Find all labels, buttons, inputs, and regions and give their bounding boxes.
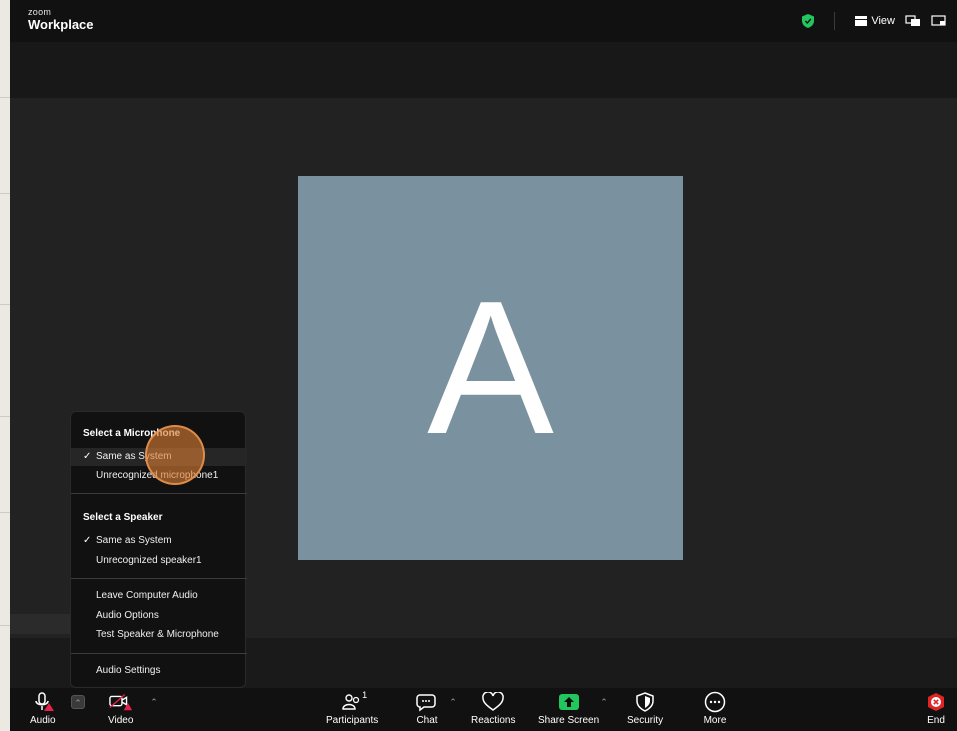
app-logo: zoom Workplace	[28, 7, 94, 32]
desktop-background	[0, 0, 10, 731]
pip-icon[interactable]	[931, 15, 947, 27]
participant-initial: A	[427, 262, 554, 474]
menu-divider	[71, 653, 247, 654]
click-highlight	[145, 425, 205, 485]
security-label: Security	[627, 715, 664, 726]
participants-label: Participants	[326, 715, 379, 726]
menu-item-label: Leave Computer Audio	[96, 590, 198, 601]
audio-label: Audio	[30, 715, 56, 726]
participants-count: 1	[362, 690, 368, 700]
desktop-divider	[0, 304, 10, 305]
chat-label: Chat	[416, 715, 438, 726]
speaker-option-unrecognized[interactable]: Unrecognized speaker1	[71, 552, 247, 570]
heart-icon	[482, 692, 505, 711]
chat-button[interactable]: Chat	[415, 692, 439, 726]
menu-item-label: Test Speaker & Microphone	[96, 629, 219, 640]
more-button[interactable]: More	[703, 691, 727, 726]
video-options-caret[interactable]: ⌃	[147, 695, 161, 709]
speaker-option-same-as-system[interactable]: ✓ Same as System	[71, 532, 247, 550]
audio-button[interactable]: Audio	[30, 692, 56, 726]
shield-icon[interactable]	[802, 14, 815, 28]
view-icon	[855, 16, 868, 26]
more-icon	[704, 691, 726, 713]
menu-divider	[71, 578, 247, 579]
chat-options-caret[interactable]: ⌃	[446, 695, 460, 709]
self-view-strip	[10, 614, 72, 634]
end-button[interactable]: End	[924, 692, 948, 726]
end-icon	[928, 693, 944, 711]
video-button[interactable]: Video	[108, 692, 133, 726]
test-speaker-microphone-item[interactable]: Test Speaker & Microphone	[71, 626, 247, 644]
zoom-meeting-window: zoom Workplace View A Audio ⌃ Video ⌃ 1 …	[10, 0, 957, 731]
view-button[interactable]: View	[855, 15, 895, 27]
view-label: View	[871, 15, 895, 27]
option-label: Same as System	[96, 535, 172, 546]
speaker-section-header: Select a Speaker	[83, 512, 163, 523]
minimize-icon[interactable]	[905, 15, 921, 27]
menu-item-label: Audio Options	[96, 610, 159, 621]
leave-computer-audio-item[interactable]: Leave Computer Audio	[71, 587, 247, 605]
check-icon: ✓	[83, 451, 92, 462]
share-screen-icon	[558, 694, 579, 710]
title-divider	[834, 12, 836, 30]
title-bar: zoom Workplace View	[10, 0, 957, 42]
reactions-button[interactable]: Reactions	[471, 692, 515, 726]
desktop-divider	[0, 625, 10, 626]
security-button[interactable]: Security	[627, 692, 663, 726]
desktop-divider	[0, 416, 10, 417]
desktop-divider	[0, 512, 10, 513]
check-icon: ✓	[83, 535, 92, 546]
audio-options-caret[interactable]: ⌃	[71, 695, 85, 709]
security-icon	[636, 692, 654, 712]
desktop-divider	[0, 97, 10, 98]
share-options-caret[interactable]: ⌃	[597, 695, 611, 709]
brand-small: zoom	[28, 7, 52, 17]
brand-name: Workplace	[28, 17, 94, 32]
top-band	[10, 42, 957, 98]
menu-item-label: Audio Settings	[96, 665, 161, 676]
participants-icon	[342, 694, 360, 710]
chat-icon	[416, 694, 436, 712]
option-label: Unrecognized speaker1	[96, 555, 202, 566]
reactions-label: Reactions	[471, 715, 516, 726]
meeting-toolbar: Audio ⌃ Video ⌃ 1 Participants Chat ⌃ Re…	[10, 688, 957, 731]
title-bar-controls: View	[802, 12, 947, 30]
desktop-divider	[0, 193, 10, 194]
video-label: Video	[108, 715, 134, 726]
participants-button[interactable]: 1 Participants	[326, 690, 379, 726]
more-label: More	[703, 715, 727, 726]
share-screen-button[interactable]: Share Screen	[538, 692, 599, 726]
video-off-icon	[108, 694, 132, 711]
audio-options-item[interactable]: Audio Options	[71, 607, 247, 625]
audio-settings-item[interactable]: Audio Settings	[71, 662, 247, 680]
menu-divider	[71, 493, 247, 494]
share-screen-label: Share Screen	[538, 715, 600, 726]
end-label: End	[927, 715, 945, 726]
participant-tile[interactable]: A	[298, 176, 683, 560]
microphone-icon	[35, 692, 54, 711]
